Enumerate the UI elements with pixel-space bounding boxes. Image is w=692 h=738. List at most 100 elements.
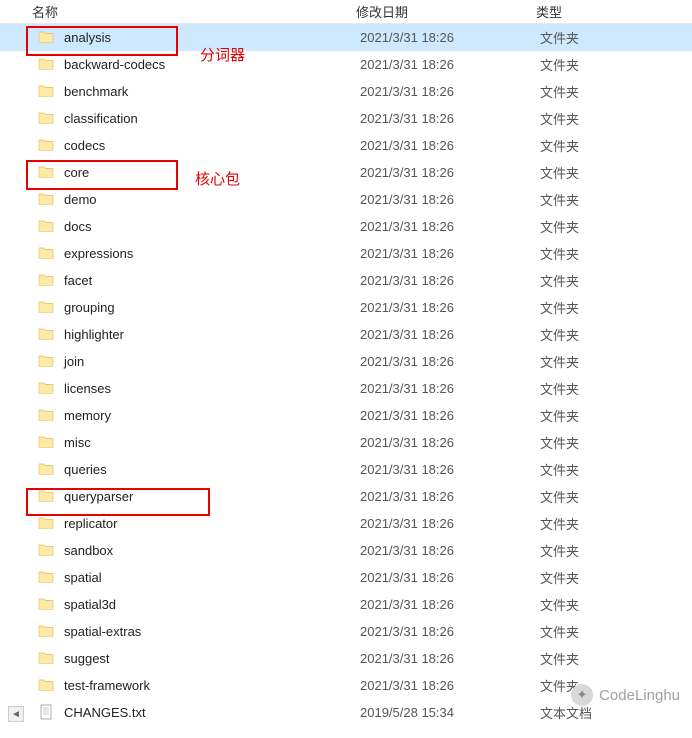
file-date: 2021/3/31 18:26 [360, 30, 540, 45]
file-name: queries [64, 462, 360, 477]
list-item[interactable]: spatial2021/3/31 18:26文件夹 [0, 564, 692, 591]
list-item[interactable]: queryparser2021/3/31 18:26文件夹 [0, 483, 692, 510]
file-type: 文件夹 [540, 136, 660, 155]
file-name: expressions [64, 246, 360, 261]
file-date: 2021/3/31 18:26 [360, 570, 540, 585]
file-name: sandbox [64, 543, 360, 558]
list-item[interactable]: spatial-extras2021/3/31 18:26文件夹 [0, 618, 692, 645]
column-header-type[interactable]: 类型 [536, 2, 656, 21]
file-name: core [64, 165, 360, 180]
file-date: 2021/3/31 18:26 [360, 678, 540, 693]
file-type: 文件夹 [540, 460, 660, 479]
folder-icon [38, 191, 56, 209]
file-name: highlighter [64, 327, 360, 342]
list-item[interactable]: misc2021/3/31 18:26文件夹 [0, 429, 692, 456]
folder-icon [38, 29, 56, 47]
file-name: memory [64, 408, 360, 423]
file-name: facet [64, 273, 360, 288]
folder-icon [38, 110, 56, 128]
file-name: spatial3d [64, 597, 360, 612]
list-item[interactable]: suggest2021/3/31 18:26文件夹 [0, 645, 692, 672]
file-date: 2021/3/31 18:26 [360, 300, 540, 315]
file-date: 2021/3/31 18:26 [360, 489, 540, 504]
file-name: codecs [64, 138, 360, 153]
file-name: demo [64, 192, 360, 207]
folder-icon [38, 353, 56, 371]
file-name: analysis [64, 30, 360, 45]
list-item[interactable]: docs2021/3/31 18:26文件夹 [0, 213, 692, 240]
folder-icon [38, 56, 56, 74]
file-name: spatial [64, 570, 360, 585]
folder-icon [38, 137, 56, 155]
file-name: join [64, 354, 360, 369]
column-header-name[interactable]: 名称 [32, 2, 356, 21]
file-date: 2021/3/31 18:26 [360, 516, 540, 531]
file-date: 2019/5/28 15:34 [360, 705, 540, 720]
file-type: 文件夹 [540, 82, 660, 101]
file-name: classification [64, 111, 360, 126]
list-item[interactable]: memory2021/3/31 18:26文件夹 [0, 402, 692, 429]
list-item[interactable]: highlighter2021/3/31 18:26文件夹 [0, 321, 692, 348]
file-date: 2021/3/31 18:26 [360, 246, 540, 261]
folder-icon [38, 623, 56, 641]
folder-icon [38, 164, 56, 182]
file-name: backward-codecs [64, 57, 360, 72]
file-name: benchmark [64, 84, 360, 99]
list-item[interactable]: replicator2021/3/31 18:26文件夹 [0, 510, 692, 537]
folder-icon [38, 650, 56, 668]
folder-icon [38, 380, 56, 398]
file-type: 文件夹 [540, 568, 660, 587]
list-item[interactable]: grouping2021/3/31 18:26文件夹 [0, 294, 692, 321]
file-type: 文件夹 [540, 109, 660, 128]
file-date: 2021/3/31 18:26 [360, 624, 540, 639]
column-header-date[interactable]: 修改日期 [356, 2, 536, 21]
watermark-text: CodeLinghu [599, 687, 680, 704]
folder-icon [38, 326, 56, 344]
folder-icon [38, 488, 56, 506]
list-item[interactable]: spatial3d2021/3/31 18:26文件夹 [0, 591, 692, 618]
list-item[interactable]: facet2021/3/31 18:26文件夹 [0, 267, 692, 294]
file-date: 2021/3/31 18:26 [360, 165, 540, 180]
folder-icon [38, 542, 56, 560]
file-name: queryparser [64, 489, 360, 504]
wechat-icon: ✦ [571, 684, 593, 706]
file-type: 文件夹 [540, 190, 660, 209]
list-item[interactable]: sandbox2021/3/31 18:26文件夹 [0, 537, 692, 564]
list-item[interactable]: backward-codecs2021/3/31 18:26文件夹 [0, 51, 692, 78]
folder-icon [38, 461, 56, 479]
list-item[interactable]: licenses2021/3/31 18:26文件夹 [0, 375, 692, 402]
list-item[interactable]: classification2021/3/31 18:26文件夹 [0, 105, 692, 132]
file-name: misc [64, 435, 360, 450]
file-date: 2021/3/31 18:26 [360, 273, 540, 288]
list-item[interactable]: join2021/3/31 18:26文件夹 [0, 348, 692, 375]
file-date: 2021/3/31 18:26 [360, 57, 540, 72]
folder-icon [38, 83, 56, 101]
file-date: 2021/3/31 18:26 [360, 327, 540, 342]
file-date: 2021/3/31 18:26 [360, 543, 540, 558]
file-date: 2021/3/31 18:26 [360, 84, 540, 99]
file-name: CHANGES.txt [64, 705, 360, 720]
list-item[interactable]: benchmark2021/3/31 18:26文件夹 [0, 78, 692, 105]
file-date: 2021/3/31 18:26 [360, 651, 540, 666]
file-date: 2021/3/31 18:26 [360, 462, 540, 477]
file-type: 文件夹 [540, 217, 660, 236]
watermark: ✦ CodeLinghu [571, 684, 680, 706]
file-type: 文件夹 [540, 595, 660, 614]
list-item[interactable]: queries2021/3/31 18:26文件夹 [0, 456, 692, 483]
file-type: 文件夹 [540, 406, 660, 425]
file-date: 2021/3/31 18:26 [360, 219, 540, 234]
list-item[interactable]: codecs2021/3/31 18:26文件夹 [0, 132, 692, 159]
file-name: spatial-extras [64, 624, 360, 639]
scroll-left-button[interactable]: ◄ [8, 706, 24, 722]
file-name: licenses [64, 381, 360, 396]
file-date: 2021/3/31 18:26 [360, 192, 540, 207]
folder-icon [38, 245, 56, 263]
folder-icon [38, 434, 56, 452]
list-item[interactable]: expressions2021/3/31 18:26文件夹 [0, 240, 692, 267]
list-item[interactable]: core2021/3/31 18:26文件夹 [0, 159, 692, 186]
list-item[interactable]: demo2021/3/31 18:26文件夹 [0, 186, 692, 213]
file-name: suggest [64, 651, 360, 666]
list-item[interactable]: analysis2021/3/31 18:26文件夹 [0, 24, 692, 51]
file-date: 2021/3/31 18:26 [360, 435, 540, 450]
file-date: 2021/3/31 18:26 [360, 111, 540, 126]
